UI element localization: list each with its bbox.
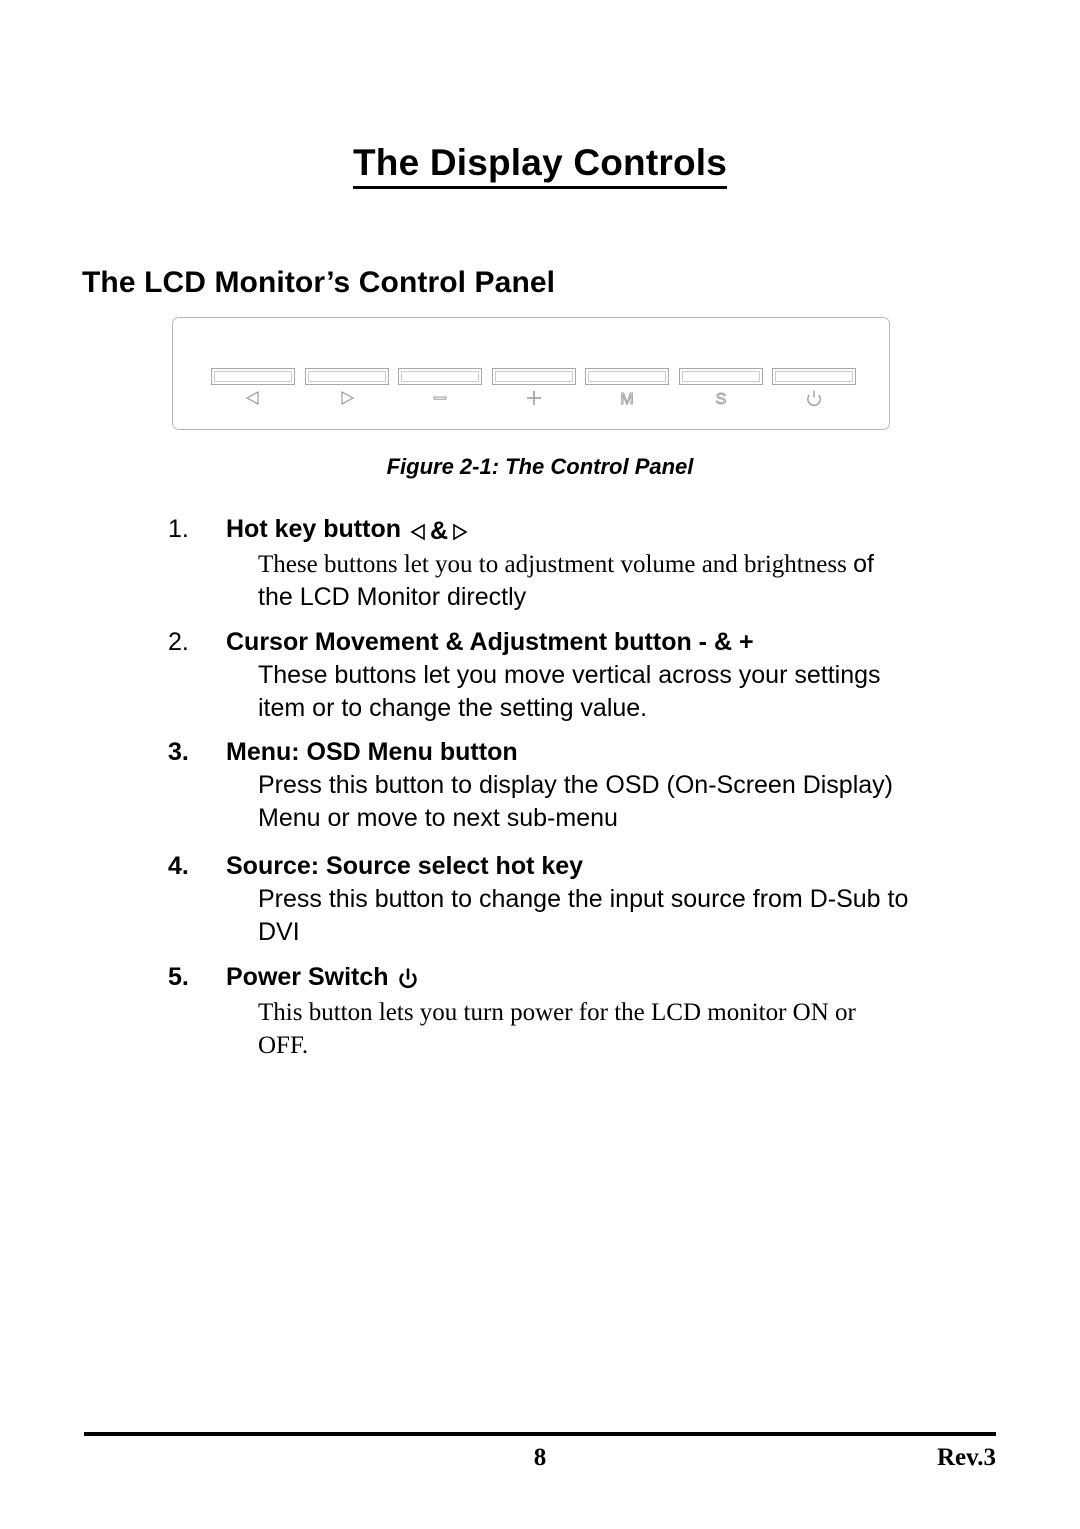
right-triangle-icon xyxy=(305,388,389,414)
list-item-heading-text: Source: Source select hot key xyxy=(226,852,584,880)
panel-button-menu[interactable] xyxy=(585,368,669,385)
body-line: OFF. xyxy=(258,1032,309,1059)
figure-caption: Figure 2-1: The Control Panel xyxy=(386,454,694,479)
minus-icon xyxy=(398,388,482,414)
power-switch-icon xyxy=(389,962,420,996)
panel-button-source[interactable] xyxy=(678,368,763,385)
svg-text:M: M xyxy=(620,391,633,408)
footer-revision: Rev.3 xyxy=(936,1444,996,1471)
menu-m-icon: M xyxy=(585,388,669,414)
plus-icon xyxy=(492,388,576,414)
body-line: These buttons let you to adjustment volu… xyxy=(258,548,988,581)
page-title-text: The Display Controls xyxy=(352,142,728,189)
list-item-body: Press this button to change the input so… xyxy=(0,883,1080,949)
list-item-heading: 2. Cursor Movement & Adjustment button -… xyxy=(0,625,1080,659)
document-page: The Display Controls The LCD Monitor’s C… xyxy=(0,0,1080,1529)
list-item-body: Press this button to display the OSD (On… xyxy=(0,769,1080,835)
footer-page-number: 8 xyxy=(533,1444,547,1471)
list-item-number: 1. xyxy=(168,515,189,543)
section-heading: The LCD Monitor’s Control Panel xyxy=(82,266,556,299)
list-item-body: These buttons let you move vertical acro… xyxy=(0,659,1080,725)
list-item-body: This button lets you turn power for the … xyxy=(0,996,1080,1062)
left-triangle-icon xyxy=(211,388,295,414)
list-item-heading-text: Power Switch xyxy=(226,963,389,991)
control-panel-button-row xyxy=(211,368,856,386)
control-panel-label-row: M S xyxy=(211,388,856,414)
panel-button-left[interactable] xyxy=(211,368,295,385)
panel-button-power[interactable] xyxy=(772,368,856,385)
list-item-heading: 5. Power Switch xyxy=(0,960,1080,996)
control-panel-figure: M S xyxy=(172,317,890,430)
page-title: The Display Controls xyxy=(0,142,1080,189)
body-text-serif: These buttons let you to adjustment volu… xyxy=(258,551,854,578)
body-line: Press this button to display the OSD (On… xyxy=(258,771,893,799)
list-item-number: 2. xyxy=(168,628,189,656)
list-item-number: 3. xyxy=(168,738,189,766)
list-item: 4. Source: Source select hot key Press t… xyxy=(0,849,1080,949)
body-line: This button lets you turn power for the … xyxy=(258,999,856,1026)
list-item-number: 5. xyxy=(168,963,189,991)
list-item-heading-text: Cursor Movement & Adjustment button - & … xyxy=(226,628,754,656)
body-line: the LCD Monitor directly xyxy=(258,583,527,611)
list-item-heading-text: Menu: OSD Menu button xyxy=(226,738,518,766)
footer-divider xyxy=(84,1432,996,1436)
list-item-heading: 1. Hot key button & xyxy=(0,512,1080,548)
source-s-icon: S xyxy=(679,388,763,414)
list-item-heading: 3. Menu: OSD Menu button xyxy=(0,735,1080,769)
svg-text:S: S xyxy=(715,391,726,408)
body-line: Menu or move to next sub-menu xyxy=(258,804,618,832)
panel-button-right[interactable] xyxy=(304,368,389,385)
list-item: 1. Hot key button & These buttons let yo… xyxy=(0,512,1080,614)
hotkey-triangles-icon: & xyxy=(401,514,470,548)
list-item: 2. Cursor Movement & Adjustment button -… xyxy=(0,625,1080,725)
list-item-heading: 4. Source: Source select hot key xyxy=(0,849,1080,883)
list-item-body: These buttons let you to adjustment volu… xyxy=(0,548,1080,614)
body-line: DVI xyxy=(258,918,300,946)
list-item-number: 4. xyxy=(168,852,189,880)
body-line: Press this button to change the input so… xyxy=(258,885,909,913)
panel-button-minus[interactable] xyxy=(398,368,482,385)
body-line: item or to change the setting value. xyxy=(258,694,648,722)
body-text-sans: of xyxy=(853,550,874,578)
power-icon xyxy=(772,388,856,414)
list-item: 3. Menu: OSD Menu button Press this butt… xyxy=(0,735,1080,835)
panel-button-plus[interactable] xyxy=(491,368,576,385)
list-item: 5. Power Switch This button lets you tur… xyxy=(0,960,1080,1062)
body-line: These buttons let you move vertical acro… xyxy=(258,661,881,689)
list-item-heading-text: Hot key button xyxy=(226,515,401,543)
